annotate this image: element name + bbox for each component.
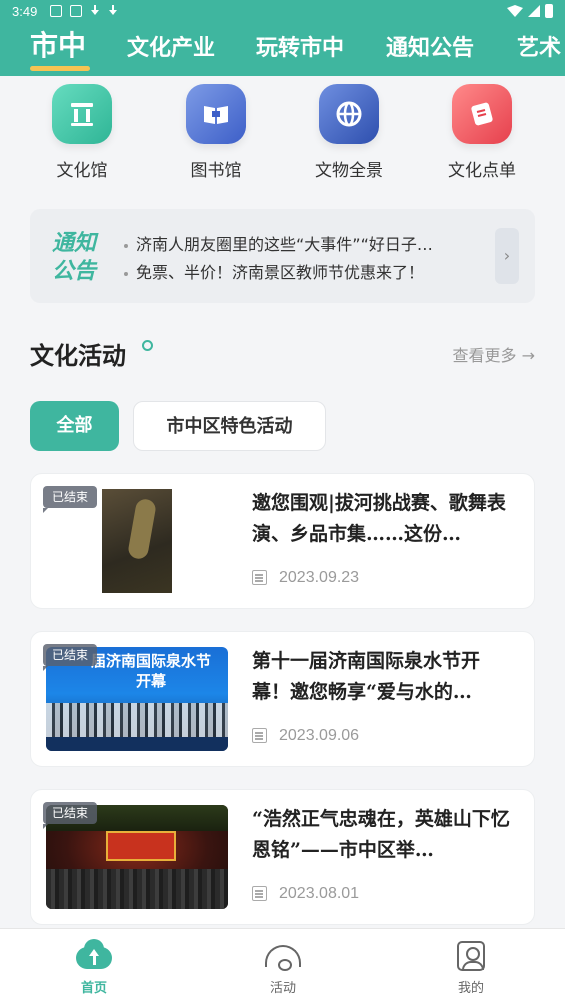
signal-icon [528, 5, 540, 17]
section-title: 文化活动 [30, 341, 126, 370]
status-badge: 已结束 [43, 802, 98, 829]
quick-link-relics-panorama[interactable]: 文物全景 [294, 84, 404, 181]
notice-item[interactable]: 免票、半价！济南景区教师节优惠来了！ [124, 259, 494, 287]
tab-art[interactable]: 艺术 [517, 30, 561, 62]
bottom-tab-label: 活动 [269, 981, 296, 996]
notice-logo: 通知 公告 [52, 229, 112, 285]
bottom-tab-bar: 首页 活动 我的 [0, 928, 565, 1004]
profile-icon [453, 941, 489, 973]
quick-link-culture-order[interactable]: 文化点单 [427, 84, 537, 181]
view-more-link[interactable]: 查看更多 → [453, 342, 536, 366]
status-badge: 已结束 [43, 644, 98, 671]
wifi-icon [507, 5, 523, 17]
activity-title: 第十一届济南国际泉水节开幕！邀您畅享“爱与水的… [252, 650, 481, 703]
notification-icons [50, 5, 118, 18]
download-icon [108, 5, 118, 18]
quick-links: 文化馆 图书馆 文物全景 文化点单 [0, 76, 565, 196]
decorative-dot-icon [142, 340, 153, 351]
system-icons [507, 4, 553, 18]
quick-link-label: 文化馆 [56, 161, 108, 181]
activity-title: 邀您围观|拔河挑战赛、歌舞表演、乡品市集……这份… [252, 492, 506, 545]
quick-link-culture-center[interactable]: 文化馆 [27, 84, 137, 181]
activity-card[interactable]: 已结束 邀您围观|拔河挑战赛、歌舞表演、乡品市集……这份… 2023.09.23 [30, 473, 535, 609]
tab-shizhong[interactable]: 市中 [30, 24, 86, 64]
tab-explore-shizhong[interactable]: 玩转市中 [256, 30, 344, 62]
download-icon [90, 5, 100, 18]
quick-link-label: 文物全景 [315, 161, 383, 181]
status-time: 3:49 [12, 4, 38, 19]
bottom-tab-profile[interactable]: 我的 [431, 941, 511, 996]
gallery-icon [50, 5, 62, 17]
notice-board[interactable]: 通知 公告 济南人朋友圈里的这些“大事件”“好日子… 免票、半价！济南景区教师节… [30, 209, 535, 303]
tab-culture-industry[interactable]: 文化产业 [127, 30, 215, 62]
filter-district-featured[interactable]: 市中区特色活动 [133, 401, 326, 451]
calendar-icon [252, 728, 267, 743]
notice-logo-line1: 通知 [52, 230, 97, 256]
section-header: 文化活动 查看更多 → [30, 336, 535, 372]
filter-all[interactable]: 全部 [30, 401, 119, 451]
quick-link-library[interactable]: 图书馆 [161, 84, 271, 181]
bottom-tab-label: 首页 [80, 981, 107, 996]
activity-date: 2023.09.06 [279, 727, 360, 744]
fan-icon [265, 941, 301, 973]
top-header: 3:49 市中 文化产业 玩转市中 通知公告 艺术 [0, 0, 565, 76]
active-tab-indicator [30, 66, 90, 71]
home-cloud-icon [76, 939, 112, 973]
ticket-icon [452, 84, 512, 144]
battery-icon [545, 4, 553, 18]
status-badge: 已结束 [43, 486, 98, 513]
bottom-tab-label: 我的 [457, 981, 484, 996]
activity-date: 2023.08.01 [279, 885, 360, 902]
chevron-right-icon[interactable]: › [495, 228, 519, 284]
poster-image [102, 489, 172, 593]
quick-link-label: 图书馆 [190, 161, 242, 181]
app-notification-icon [70, 5, 82, 17]
bottom-tab-activities[interactable]: 活动 [243, 941, 323, 996]
bottom-tab-home[interactable]: 首页 [54, 939, 134, 996]
notice-logo-line2: 公告 [52, 258, 97, 284]
notice-list: 济南人朋友圈里的这些“大事件”“好日子… 免票、半价！济南景区教师节优惠来了！ [124, 231, 494, 287]
quick-link-label: 文化点单 [448, 161, 516, 181]
calendar-icon [252, 570, 267, 585]
book-icon [186, 84, 246, 144]
status-bar: 3:49 [0, 0, 565, 24]
activity-card[interactable]: 已结束 “浩然正气忠魂在，英雄山下忆恩铭”——市中区举… 2023.08.01 [30, 789, 535, 925]
activity-date: 2023.09.23 [279, 569, 360, 586]
globe-icon [319, 84, 379, 144]
activity-title: “浩然正气忠魂在，英雄山下忆恩铭”——市中区举… [252, 808, 510, 861]
tab-notices[interactable]: 通知公告 [386, 30, 474, 62]
calendar-icon [252, 886, 267, 901]
museum-icon [52, 84, 112, 144]
activity-card[interactable]: 届济南国际泉水节 开幕 已结束 第十一届济南国际泉水节开幕！邀您畅享“爱与水的…… [30, 631, 535, 767]
notice-item[interactable]: 济南人朋友圈里的这些“大事件”“好日子… [124, 231, 494, 259]
